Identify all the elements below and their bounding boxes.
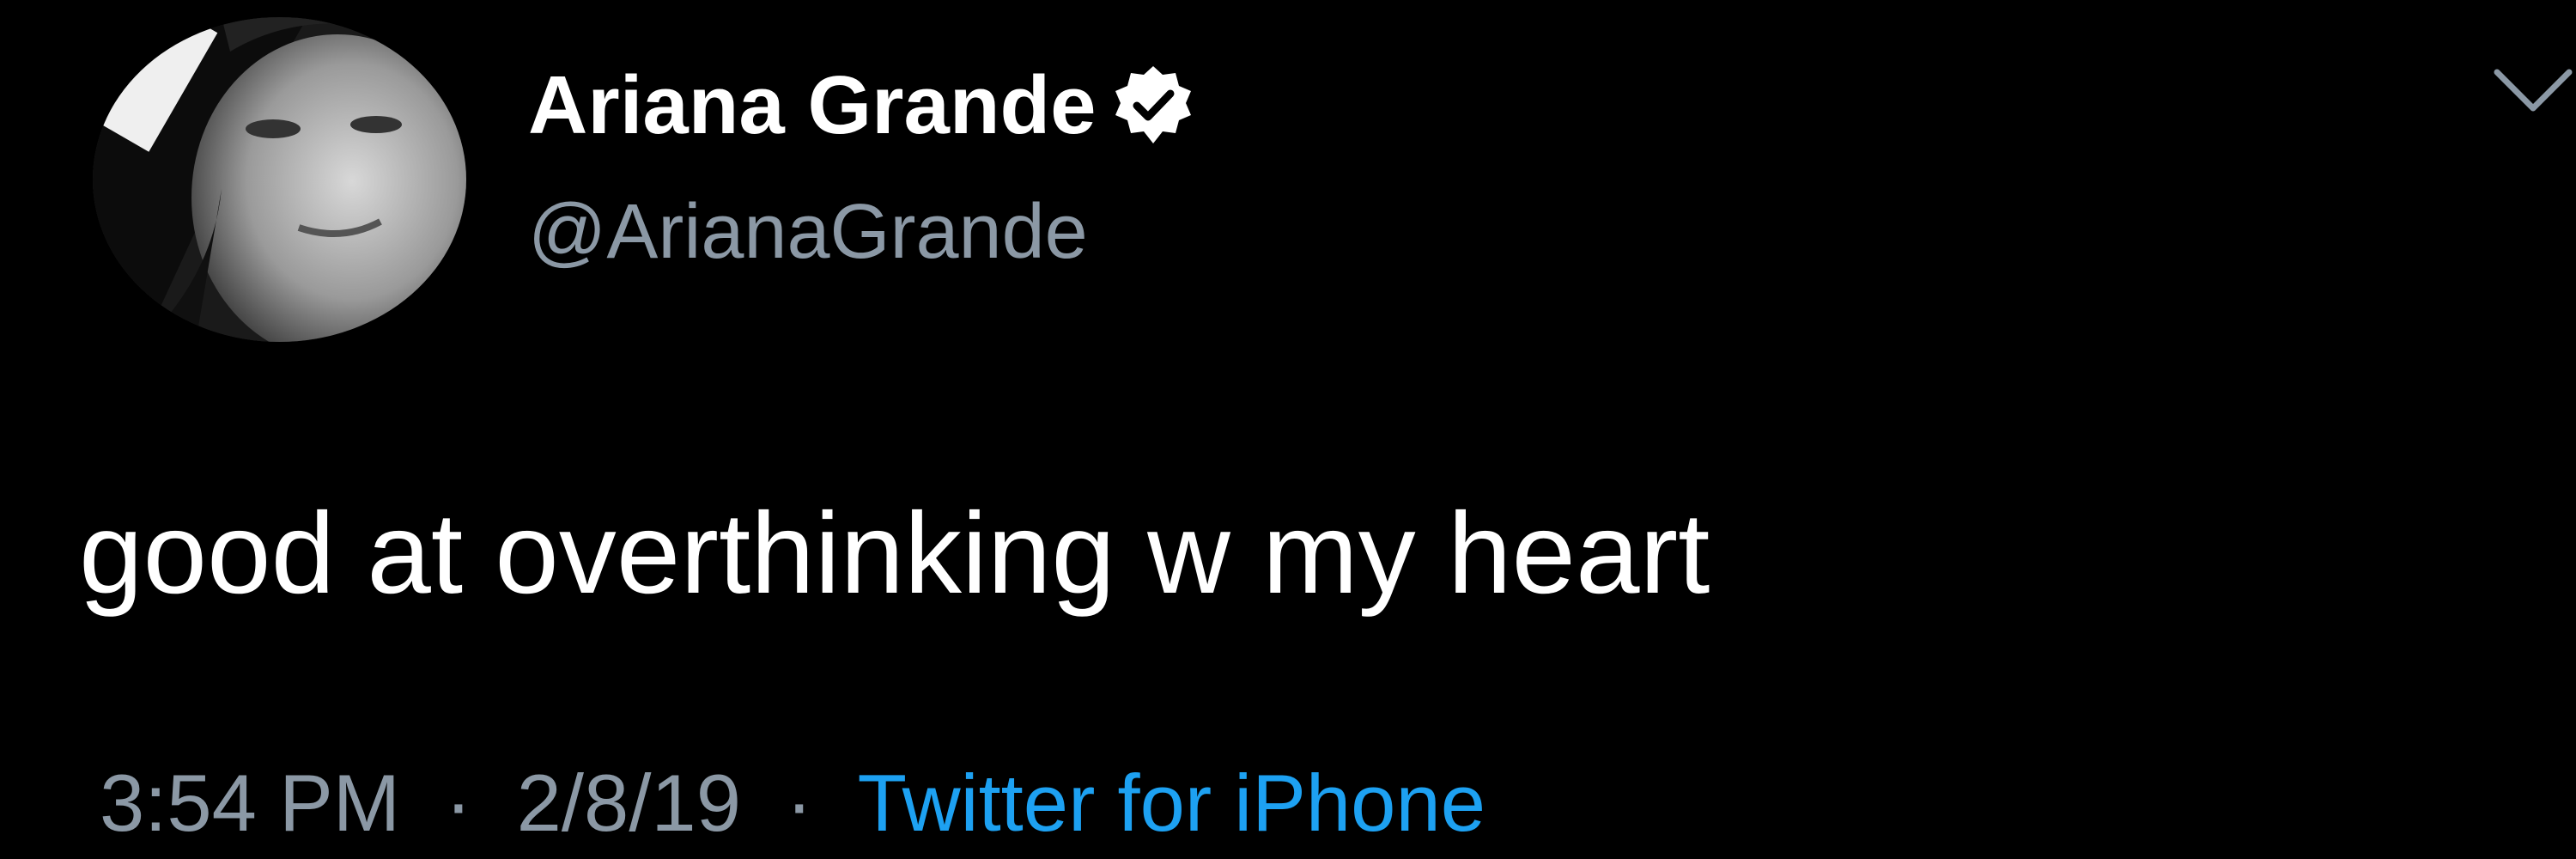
tweet-text: good at overthinking w my heart [79,490,1710,618]
tweet-date[interactable]: 2/8/19 [517,756,741,850]
avatar[interactable] [93,17,466,342]
display-name[interactable]: Ariana Grande [528,58,1097,153]
author-handle[interactable]: @ArianaGrande [528,189,1088,275]
tweet-time[interactable]: 3:54 PM [100,756,400,850]
tweet-source-link[interactable]: Twitter for iPhone [858,756,1485,850]
tweet-card: Ariana Grande @ArianaGrande good at over… [0,0,2576,859]
avatar-photo [93,17,466,342]
tweet-meta: 3:54 PM · 2/8/19 · Twitter for iPhone [100,756,1485,850]
meta-separator: · [445,758,472,848]
author-row: Ariana Grande [528,58,1196,153]
meta-separator: · [786,758,813,848]
verified-badge-icon [1110,63,1196,149]
chevron-down-icon[interactable] [2490,60,2576,120]
